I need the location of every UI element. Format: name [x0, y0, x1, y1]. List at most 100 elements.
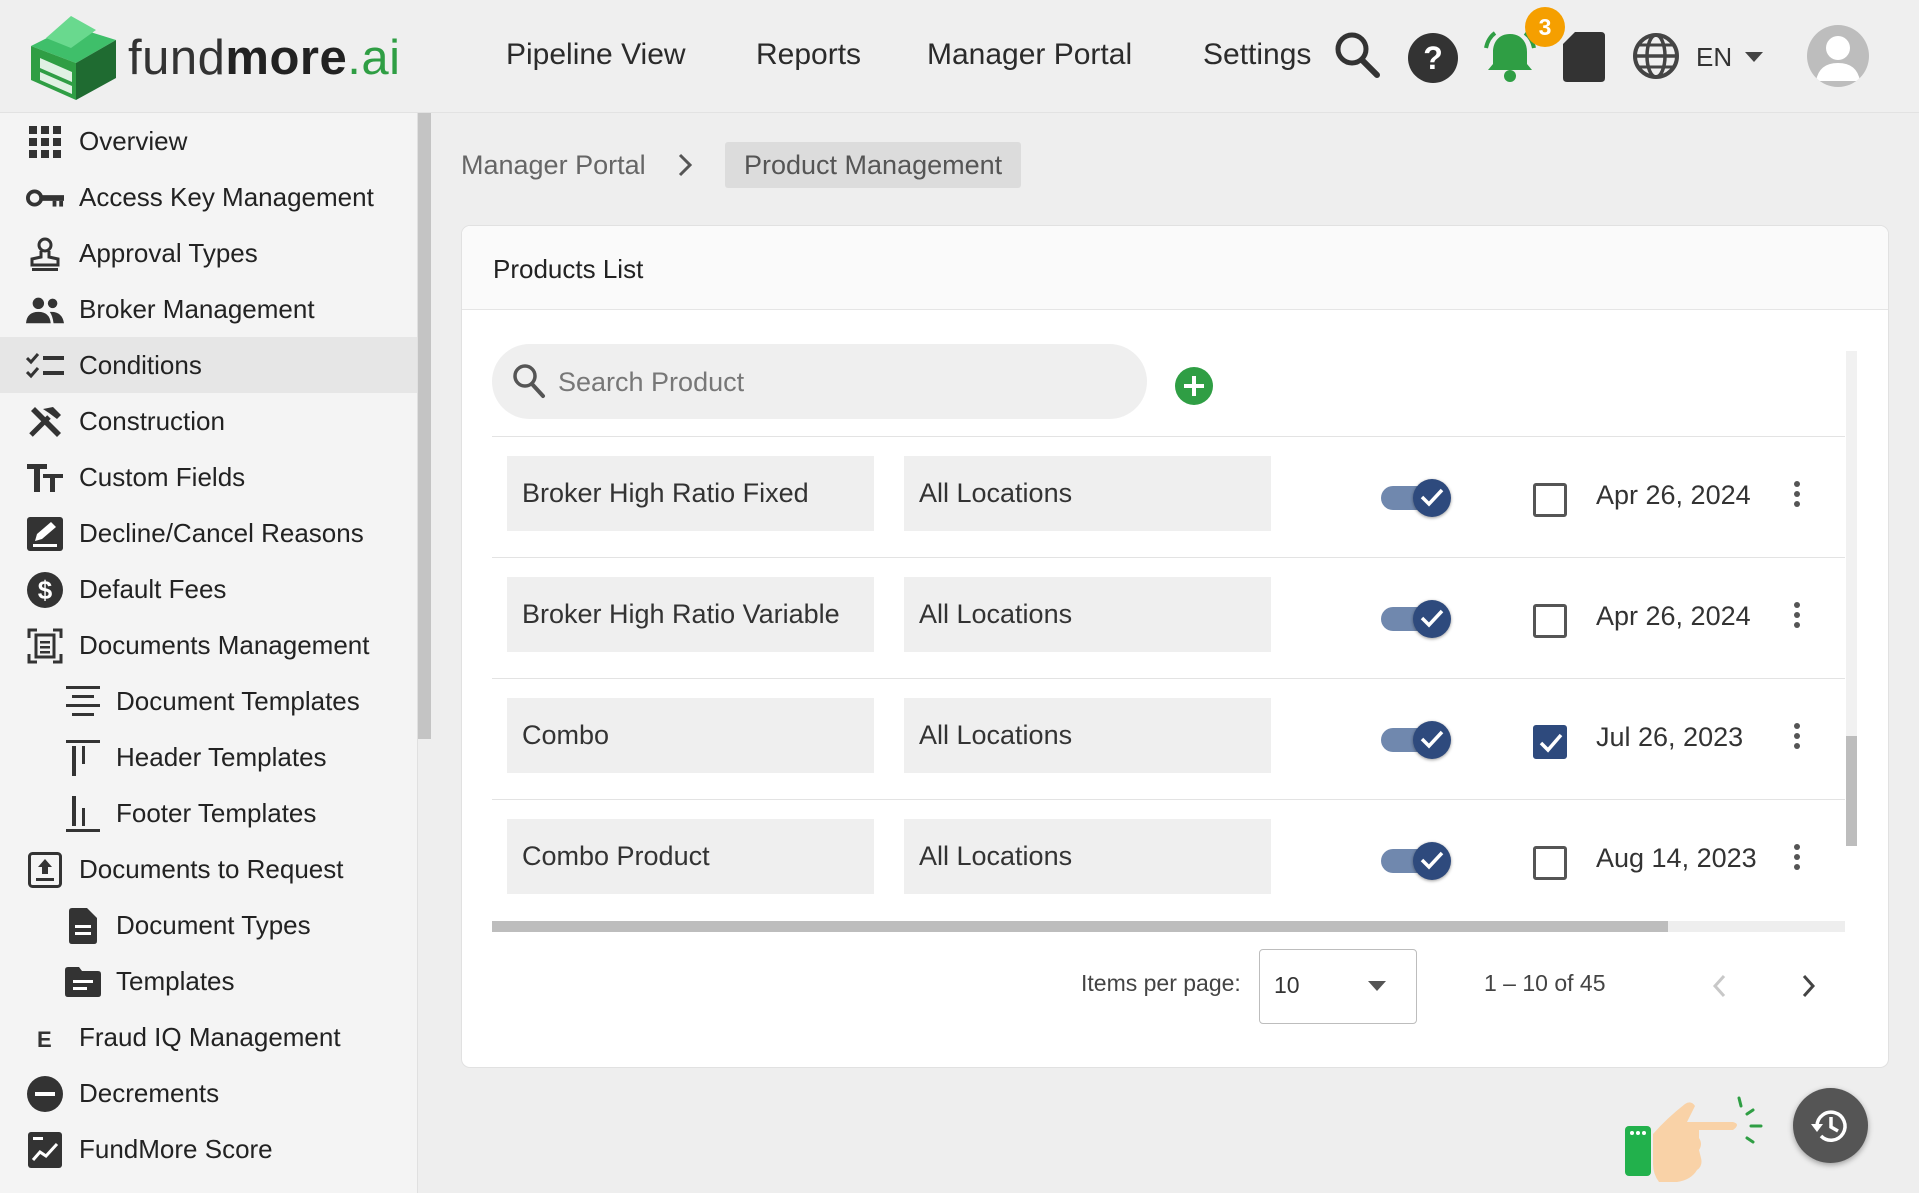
dollar-icon: $ — [26, 572, 64, 608]
svg-text:?: ? — [1423, 40, 1443, 76]
sidebar-item-default-fees[interactable]: $ Default Fees — [0, 561, 417, 617]
nav-reports[interactable]: Reports — [756, 38, 861, 72]
search-box — [492, 344, 1147, 419]
chevron-down-icon[interactable] — [1745, 52, 1763, 62]
product-enabled-toggle[interactable] — [1381, 717, 1451, 759]
sidebar-item-fraud-iq-management[interactable]: E Fraud IQ Management — [0, 1009, 417, 1065]
nav-pipeline-view[interactable]: Pipeline View — [506, 38, 686, 72]
search-icon[interactable] — [1333, 30, 1381, 80]
sidebar-item-document-types[interactable]: Document Types — [0, 897, 417, 953]
product-location-field[interactable]: All Locations — [904, 577, 1271, 652]
sidebar-item-decrements[interactable]: Decrements — [0, 1065, 417, 1121]
product-checkbox-checked[interactable] — [1533, 725, 1567, 759]
language-label[interactable]: EN — [1696, 42, 1732, 73]
items-per-page-select[interactable]: 10 — [1259, 949, 1417, 1024]
sidebar-item-label: Custom Fields — [79, 462, 246, 492]
sidebar-item-label: Footer Templates — [116, 798, 317, 828]
sidebar-item-label: Conditions — [79, 350, 202, 380]
people-icon — [26, 293, 64, 327]
card-title: Products List — [493, 254, 644, 284]
product-enabled-toggle[interactable] — [1381, 475, 1451, 517]
sidebar-item-label: Documents to Request — [79, 854, 344, 884]
nav-manager-portal[interactable]: Manager Portal — [927, 38, 1132, 72]
sidebar-item-document-templates[interactable]: Document Templates — [0, 673, 417, 729]
text-fields-icon — [26, 461, 64, 495]
history-button[interactable] — [1793, 1088, 1868, 1163]
more-options-icon[interactable] — [1785, 719, 1809, 759]
svg-text:E: E — [37, 1027, 52, 1050]
sidebar-item-label: FundMore Score — [79, 1134, 273, 1164]
table-horizontal-scrollbar[interactable] — [492, 921, 1668, 932]
sidebar-item-access-key-management[interactable]: Access Key Management — [0, 169, 417, 225]
table-vertical-scrollbar[interactable] — [1846, 736, 1857, 846]
sidebar-item-custom-fields[interactable]: Custom Fields — [0, 449, 417, 505]
tools-icon — [26, 405, 64, 439]
sidebar-item-label: Access Key Management — [79, 182, 374, 212]
add-product-button[interactable] — [1175, 367, 1213, 405]
product-name-field[interactable]: Broker High Ratio Fixed — [507, 456, 874, 531]
pointing-hand-icon — [1625, 1096, 1763, 1182]
product-enabled-toggle[interactable] — [1381, 838, 1451, 880]
sidebar-item-label: Fraud IQ Management — [79, 1022, 341, 1052]
svg-text:$: $ — [38, 575, 53, 605]
table-row[interactable]: Combo Product All Locations Aug 14, 2023 — [492, 799, 1845, 920]
sidebar-item-label: Overview — [79, 126, 188, 156]
minus-circle-icon — [26, 1076, 64, 1112]
more-options-icon[interactable] — [1785, 598, 1809, 638]
footer-icon — [64, 796, 102, 832]
product-location-field[interactable]: All Locations — [904, 456, 1271, 531]
sidebar-scrollbar[interactable] — [418, 113, 431, 739]
history-icon — [1811, 1110, 1847, 1142]
globe-icon[interactable] — [1632, 32, 1680, 80]
previous-page-button[interactable] — [1700, 961, 1740, 1011]
breadcrumb-product-management[interactable]: Product Management — [725, 142, 1022, 188]
chevron-right-icon — [678, 153, 693, 177]
sidebar-item-label: Header Templates — [116, 742, 327, 772]
product-date: Apr 26, 2024 — [1596, 601, 1751, 631]
product-name-field[interactable]: Broker High Ratio Variable — [507, 577, 874, 652]
nav-settings[interactable]: Settings — [1203, 38, 1311, 72]
product-location-field[interactable]: All Locations — [904, 819, 1271, 894]
table-row[interactable]: Broker High Ratio Fixed All Locations Ap… — [492, 436, 1845, 557]
product-name-field[interactable]: Combo — [507, 698, 874, 773]
sidebar-item-header-templates[interactable]: Header Templates — [0, 729, 417, 785]
product-location-field[interactable]: All Locations — [904, 698, 1271, 773]
sidebar-item-construction[interactable]: Construction — [0, 393, 417, 449]
top-header: fundmore.ai Pipeline View Reports Manage… — [0, 0, 1919, 113]
sidebar-item-label: Decrements — [79, 1078, 220, 1108]
sidebar-item-overview[interactable]: Overview — [0, 113, 417, 169]
breadcrumb-manager-portal[interactable]: Manager Portal — [461, 150, 646, 181]
table-row[interactable]: Combo All Locations Jul 26, 2023 — [492, 678, 1845, 799]
next-page-button[interactable] — [1789, 961, 1829, 1011]
more-options-icon[interactable] — [1785, 840, 1809, 880]
sidebar-item-label: Document Templates — [116, 686, 360, 716]
product-checkbox[interactable] — [1533, 604, 1567, 638]
sidebar-item-documents-management[interactable]: Documents Management — [0, 617, 417, 673]
sidebar-item-broker-management[interactable]: Broker Management — [0, 281, 417, 337]
product-enabled-toggle[interactable] — [1381, 596, 1451, 638]
items-per-page-label: Items per page: — [1081, 970, 1241, 996]
help-icon[interactable]: ? — [1407, 32, 1459, 84]
document-icon[interactable] — [1563, 32, 1605, 82]
sidebar-item-label: Construction — [79, 406, 225, 436]
sidebar-item-decline-cancel-reasons[interactable]: Decline/Cancel Reasons — [0, 505, 417, 561]
product-checkbox[interactable] — [1533, 846, 1567, 880]
avatar[interactable] — [1807, 25, 1869, 87]
product-name-field[interactable]: Combo Product — [507, 819, 874, 894]
sidebar-item-footer-templates[interactable]: Footer Templates — [0, 785, 417, 841]
more-options-icon[interactable] — [1785, 477, 1809, 517]
search-input[interactable] — [558, 361, 1118, 403]
table-row[interactable]: Broker High Ratio Variable All Locations… — [492, 557, 1845, 678]
product-checkbox[interactable] — [1533, 483, 1567, 517]
score-icon — [26, 1132, 64, 1168]
checklist-icon — [26, 349, 64, 383]
fundmore-logo[interactable]: fundmore.ai — [26, 8, 436, 108]
sidebar-item-conditions[interactable]: Conditions — [0, 337, 417, 393]
document-scan-icon — [26, 628, 64, 664]
file-text-icon — [64, 908, 102, 944]
sidebar-item-fundmore-score[interactable]: FundMore Score — [0, 1121, 417, 1177]
sidebar-item-templates[interactable]: Templates — [0, 953, 417, 1009]
sidebar-item-approval-types[interactable]: Approval Types — [0, 225, 417, 281]
sidebar-item-documents-to-request[interactable]: Documents to Request — [0, 841, 417, 897]
chevron-down-icon — [1368, 981, 1386, 991]
